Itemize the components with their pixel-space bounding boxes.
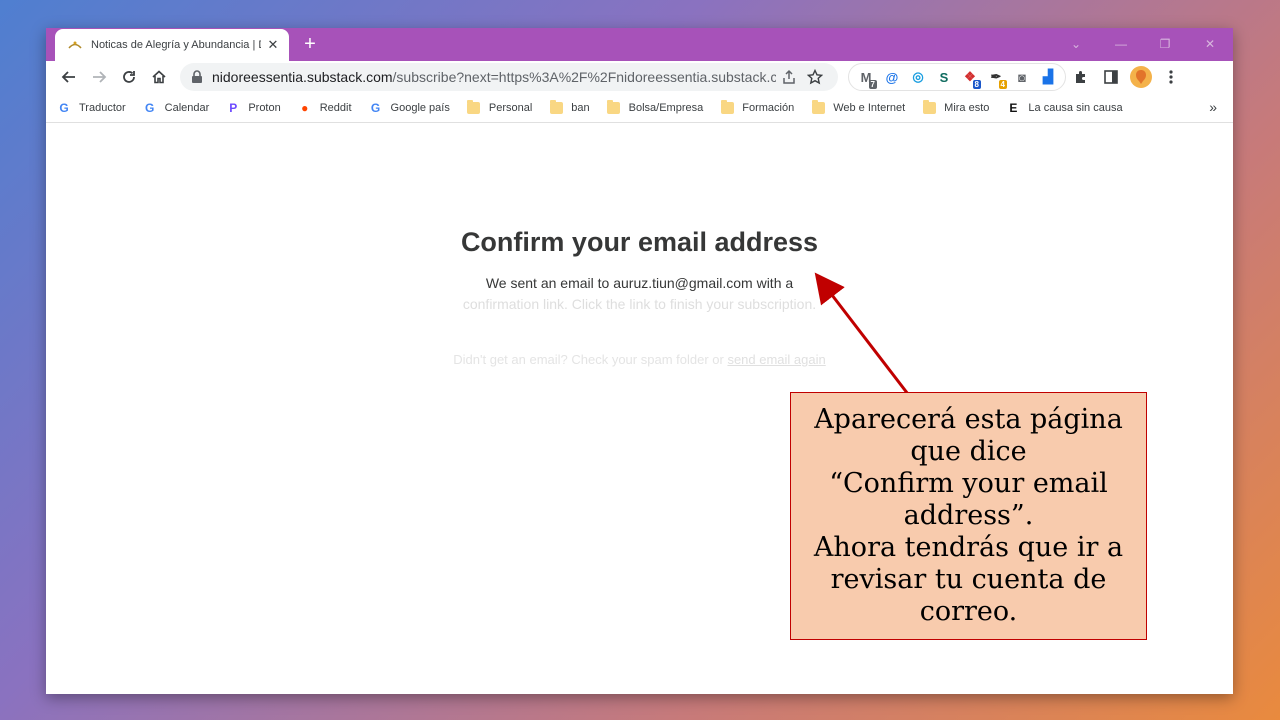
google-icon: G [370, 100, 381, 115]
bookmark-star-icon[interactable] [802, 65, 828, 89]
folder-icon [548, 99, 564, 116]
avatar [1130, 66, 1152, 88]
bookmark-item[interactable]: Bolsa/Empresa [606, 99, 704, 116]
address-bar[interactable]: nidoreessentia.substack.com/subscribe?ne… [180, 63, 838, 91]
reload-icon [123, 71, 135, 83]
folder-icon [719, 99, 735, 116]
bookmark-item[interactable]: Formación [719, 99, 795, 116]
extension-badge: 7 [868, 80, 877, 89]
cleaner-icon-glyph: ▟ [1043, 69, 1053, 84]
tab-title: Noticas de Alegría y Abundancia | D [91, 39, 261, 51]
screenshot-icon-glyph: ◙ [1018, 69, 1026, 85]
bookmark-item[interactable]: ● Reddit [297, 100, 352, 116]
restore-button[interactable]: ❐ [1155, 34, 1175, 54]
alarm-icon[interactable]: @ [879, 65, 905, 89]
home-icon [152, 70, 166, 84]
tab-close-icon[interactable]: ✕ [265, 37, 281, 53]
bookmark-label: Bolsa/Empresa [628, 101, 704, 114]
substack-favicon-icon [67, 37, 83, 53]
bookmark-item[interactable]: G Calendar [142, 100, 210, 116]
folder-icon [466, 99, 482, 116]
resend-prefix: Didn't get an email? Check your spam fol… [453, 352, 728, 367]
bookmark-label: Reddit [319, 101, 352, 114]
bookmark-item[interactable]: ban [548, 99, 590, 116]
reddit-icon: ● [301, 100, 309, 115]
screenshot-icon[interactable]: ◙ [1009, 65, 1035, 89]
circle-app-icon[interactable]: ◎ [905, 65, 931, 89]
minimize-button[interactable]: — [1111, 34, 1131, 54]
bookmark-label: Proton [248, 101, 281, 114]
send-email-again-link[interactable]: send email again [727, 352, 825, 367]
share-icon[interactable] [776, 65, 802, 89]
bookmark-item[interactable]: Web e Internet [810, 99, 906, 116]
proton-icon: P [229, 100, 238, 115]
url-host: nidoreessentia.substack.com [212, 69, 393, 85]
bookmarks-bar: G Traductor G Calendar P Proton ● Reddit G Google… [46, 93, 1233, 123]
confirm-message-line1: We sent an email to auruz.tiun@gmail.com… [485, 275, 794, 291]
sheets-s-icon-glyph: S [939, 69, 949, 85]
active-tab[interactable]: Noticas de Alegría y Abundancia | D ✕ [55, 29, 289, 61]
annotation-callout: Aparecerá esta página que dice “Confirm … [790, 392, 1147, 640]
title-bar: Noticas de Alegría y Abundancia | D ✕ + … [46, 28, 1233, 61]
resend-row: Didn't get an email? Check your spam fol… [46, 352, 1233, 367]
cleaner-icon[interactable]: ▟ [1035, 65, 1061, 89]
arrow-right-icon [93, 71, 107, 83]
wand-icon[interactable]: ✒ 4 [983, 65, 1009, 89]
folder-icon [921, 99, 937, 116]
confirm-message: We sent an email to auruz.tiun@gmail.com… [456, 273, 823, 315]
tab-search-icon[interactable]: ⌄ [1066, 34, 1086, 54]
elpais-icon: E [1009, 100, 1018, 115]
forward-button[interactable] [84, 63, 114, 91]
browser-toolbar: nidoreessentia.substack.com/subscribe?ne… [46, 61, 1233, 93]
folder-icon [810, 99, 826, 116]
bookmark-label: Web e Internet [833, 101, 906, 114]
home-button[interactable] [144, 63, 174, 91]
confirm-message-line2: confirmation link. Click the link to fin… [462, 296, 817, 312]
close-window-button[interactable]: ✕ [1200, 34, 1220, 54]
bookmark-label: Calendar [164, 101, 210, 114]
side-panel-icon[interactable] [1096, 63, 1126, 91]
translate-icon: G [59, 100, 69, 115]
gmail-checker-icon[interactable]: M7 [853, 65, 879, 89]
url-path: /subscribe?next=https%3A%2F%2Fnidoreesse… [392, 69, 776, 85]
page-title: Confirm your email address [460, 227, 819, 257]
bookmark-item[interactable]: G Google país [368, 100, 450, 116]
bookmark-item[interactable]: G Traductor [56, 100, 126, 116]
bookmark-label: Formación [742, 101, 795, 114]
lock-icon[interactable] [190, 70, 204, 84]
callout-text: Aparecerá esta página que dice “Confirm … [813, 404, 1124, 627]
back-button[interactable] [54, 63, 84, 91]
extension-badge: 4 [998, 80, 1007, 89]
new-tab-button[interactable]: + [299, 34, 321, 56]
extensions-bar: M 7 @ ◎ S ❖ 8 ✒ 4 ◙ ▟ [848, 63, 1066, 91]
extension-badge: 8 [972, 80, 981, 89]
bookmark-label: Google país [390, 101, 450, 114]
bookmark-item[interactable]: Mira esto [921, 99, 990, 116]
arrow-left-icon [61, 71, 75, 83]
red-app-icon[interactable]: ❖ 8 [957, 65, 983, 89]
extensions-puzzle-icon[interactable] [1066, 63, 1096, 91]
sheets-s-icon[interactable]: S [931, 65, 957, 89]
bookmark-label: Personal [488, 101, 533, 114]
url-text: nidoreessentia.substack.com/subscribe?ne… [212, 69, 776, 85]
google-icon: G [145, 100, 155, 115]
folder-icon [606, 99, 622, 116]
bookmark-label: La causa sin causa [1028, 101, 1123, 114]
bookmark-label: ban [571, 101, 590, 114]
reload-button[interactable] [114, 63, 144, 91]
bookmark-label: Mira esto [944, 101, 990, 114]
bookmarks-overflow-icon[interactable]: » [1209, 99, 1217, 115]
bookmark-item[interactable]: E La causa sin causa [1005, 100, 1122, 116]
bookmark-item[interactable]: P Proton [225, 100, 280, 116]
profile-button[interactable] [1126, 63, 1156, 91]
bookmarks-list: G Traductor G Calendar P Proton ● Reddit G Google… [56, 99, 1139, 116]
alarm-icon-glyph: @ [885, 69, 899, 85]
circle-app-icon-glyph: ◎ [912, 69, 924, 84]
more-menu-icon[interactable] [1156, 63, 1186, 91]
bookmark-label: Traductor [79, 101, 126, 114]
bookmark-item[interactable]: Personal [466, 99, 533, 116]
